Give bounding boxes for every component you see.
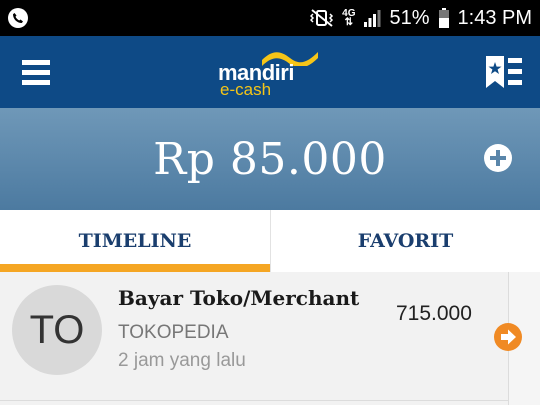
network-type-indicator: 4G ⇅ [342,8,356,28]
mute-vibrate-icon [310,9,334,27]
active-tab-indicator [0,264,270,272]
transaction-title: Bayar Toko/Merchant [118,286,360,310]
balance-banner: Rp 85.000 [0,108,540,210]
balance-amount: Rp 85.000 [153,134,387,185]
clock: 1:43 PM [457,6,532,29]
signal-strength-icon [364,10,381,27]
battery-icon [438,8,449,28]
transaction-amount: 715.000 [396,302,472,325]
arrow-right-circle-icon[interactable] [494,323,522,351]
avatar: TO [12,285,102,375]
transaction-time: 2 jam yang lalu [118,350,246,371]
battery-percent: 51% [389,6,430,29]
app-bar: mandiri e-cash [0,36,540,108]
tab-bar: TIMELINE FAVORIT [0,210,540,272]
mandiri-ecash-logo: mandiri e-cash [218,46,328,102]
tab-favorit[interactable]: FAVORIT [270,210,540,272]
merchant-name: TOKOPEDIA [118,322,229,343]
transaction-list: TO Bayar Toko/Merchant TOKOPEDIA 2 jam y… [0,272,540,405]
divider [0,400,510,401]
bookmark-list-icon[interactable] [484,54,526,90]
phone-handset-icon [8,8,28,28]
plus-circle-icon[interactable] [484,144,512,172]
tab-timeline[interactable]: TIMELINE [0,210,270,272]
list-item[interactable]: TO Bayar Toko/Merchant TOKOPEDIA 2 jam y… [0,272,510,400]
hamburger-menu-icon[interactable] [22,58,50,86]
status-bar: 4G ⇅ 51% 1:43 PM [0,0,540,36]
